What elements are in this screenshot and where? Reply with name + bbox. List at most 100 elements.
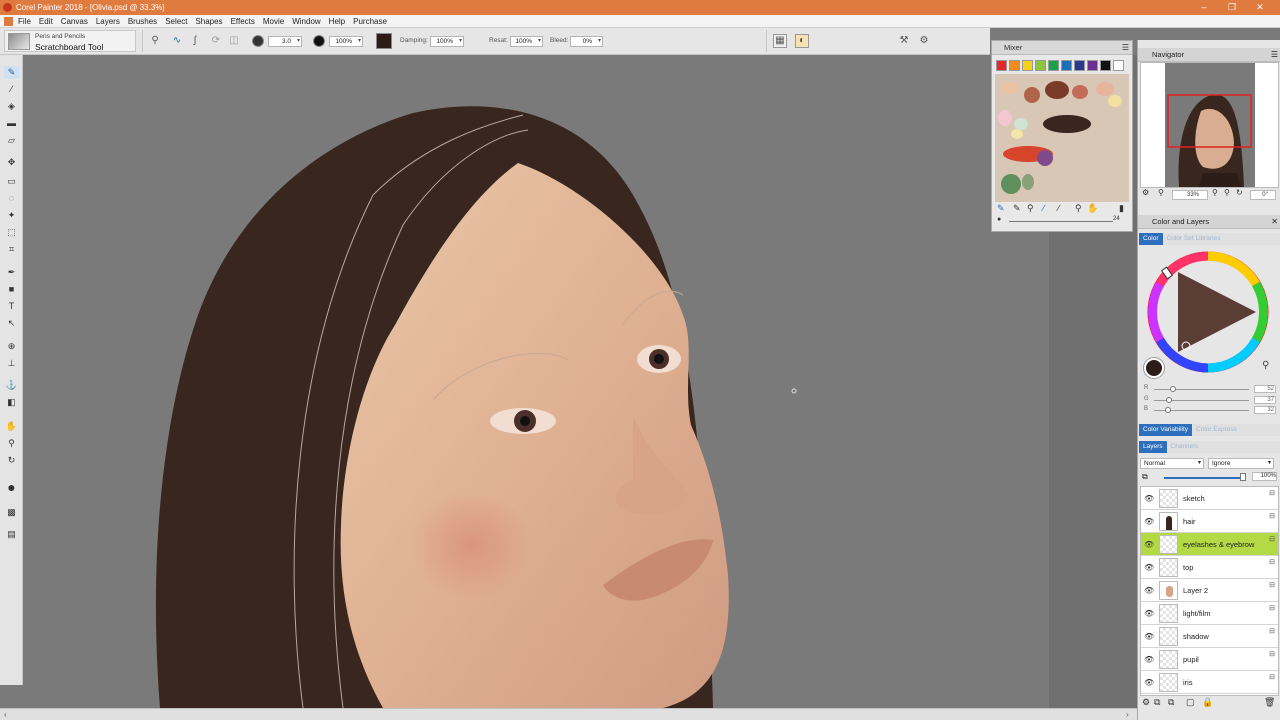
swatch-black[interactable] [1100, 60, 1111, 71]
bleed-field[interactable]: 0% [570, 36, 603, 47]
tab-color[interactable]: Color [1139, 233, 1163, 245]
new-layer-icon[interactable]: ▢ [1186, 697, 1195, 708]
layer-attributes-icon[interactable]: ⧉ [1142, 472, 1148, 482]
menu-file[interactable]: File [14, 15, 35, 28]
blue-slider[interactable]: B 32 [1144, 406, 1276, 414]
visibility-eye-icon[interactable]: 👁 [1144, 655, 1154, 664]
clear-mixer-icon[interactable]: ▮ [1119, 203, 1124, 214]
swatch-yellow[interactable] [1022, 60, 1033, 71]
app-menu-icon[interactable] [4, 17, 13, 26]
zoom-out-icon[interactable]: ⚲ [1212, 188, 1218, 197]
panel-menu-icon[interactable]: ☰ [1271, 48, 1278, 62]
maximize-button[interactable]: ❐ [1218, 0, 1246, 15]
brush-tool-icon[interactable]: ✎ [4, 66, 19, 79]
layer-row[interactable]: 👁 sketch ⊟ [1141, 487, 1278, 510]
eraser-icon[interactable]: ▬ [4, 117, 19, 130]
mixer-pad[interactable] [995, 74, 1129, 202]
delete-layer-icon[interactable]: 🗑 [1264, 697, 1275, 708]
color-picker-icon[interactable]: ⚲ [1262, 360, 1269, 371]
menu-window[interactable]: Window [288, 15, 324, 28]
shape-select-icon[interactable]: ↖ [4, 317, 19, 330]
visibility-eye-icon[interactable]: 👁 [1144, 517, 1154, 526]
straight-line-icon[interactable]: ∫ [189, 35, 201, 47]
menu-movie[interactable]: Movie [259, 15, 288, 28]
rotate-icon[interactable]: ↻ [4, 454, 19, 467]
main-color-swatch[interactable] [376, 33, 392, 49]
tab-color-set-libraries[interactable]: Color Set Libraries [1162, 233, 1225, 245]
navigator-rotation-field[interactable]: 0° [1250, 190, 1276, 200]
preserve-select[interactable]: Ignore [1208, 458, 1274, 469]
transform-icon[interactable]: ✥ [4, 156, 19, 169]
visibility-eye-icon[interactable]: 👁 [1144, 586, 1154, 595]
divine-proportion-icon[interactable]: ◧ [4, 396, 19, 409]
stroke-attr-icon[interactable]: ⟳ [210, 35, 222, 47]
brush-search-icon[interactable]: ◐ [795, 34, 809, 48]
clone-icon[interactable]: ⊕ [4, 340, 19, 353]
paper-icon[interactable]: ▩ [4, 506, 19, 519]
paint-bucket-icon[interactable]: ◈ [4, 100, 19, 113]
navigator-zoom-icon[interactable]: ⚲ [1158, 188, 1164, 197]
lock-layer-icon[interactable]: 🔒 [1202, 697, 1213, 708]
swatch-purple[interactable] [1087, 60, 1098, 71]
layer-row[interactable]: 👁 top ⊟ [1141, 556, 1278, 579]
menu-canvas[interactable]: Canvas [57, 15, 92, 28]
zoom-icon[interactable]: ⚲ [4, 437, 19, 450]
mixer-brush-size-slider[interactable] [1009, 221, 1113, 222]
sample-color-icon[interactable]: ⁄ [1043, 203, 1045, 213]
horizontal-scrollbar[interactable]: ‹ › [0, 708, 1137, 720]
navigator-preview[interactable] [1140, 62, 1279, 188]
color-chip-icon[interactable]: ● [4, 480, 19, 494]
red-slider[interactable]: R 52 [1144, 385, 1276, 393]
layer-opacity-value[interactable]: 100% [1252, 472, 1277, 481]
size-field[interactable]: 3.0 [268, 36, 302, 47]
damping-field[interactable]: 100% [430, 36, 464, 47]
navigator-zoom-field[interactable]: 33% [1172, 190, 1208, 200]
red-value[interactable]: 52 [1254, 385, 1276, 393]
green-slider[interactable]: G 37 [1144, 396, 1276, 404]
mirror-paint-icon[interactable]: ⚓ [4, 379, 19, 392]
lasso-icon[interactable]: ◌ [4, 192, 19, 205]
visibility-eye-icon[interactable]: 👁 [1144, 678, 1154, 687]
swatch-red[interactable] [996, 60, 1007, 71]
navigator-settings-gear-icon[interactable]: ⚙ [1142, 188, 1149, 197]
visibility-eye-icon[interactable]: 👁 [1144, 632, 1154, 641]
swatch-navy[interactable] [1074, 60, 1085, 71]
hand-icon[interactable]: ✋ [4, 420, 19, 433]
tab-color-variability[interactable]: Color Variability [1139, 424, 1193, 436]
brush-library-icon[interactable]: ▦ [773, 34, 787, 48]
crop-icon[interactable]: ⌗ [4, 243, 19, 256]
mix-color-icon[interactable]: ⚲ [1027, 203, 1034, 214]
reset-tool-icon[interactable]: ⚲ [149, 35, 161, 47]
zoom-in-icon[interactable]: ⚲ [1224, 188, 1230, 197]
dropper-icon[interactable]: ⁄ [4, 83, 19, 96]
menu-edit[interactable]: Edit [35, 15, 57, 28]
panel-close-icon[interactable]: ✕ [1271, 215, 1278, 229]
brush-selector[interactable]: Pens and Pencils Scratchboard Tool [4, 30, 136, 52]
text-icon[interactable]: T [4, 300, 19, 313]
layer-opacity-knob[interactable] [1240, 473, 1246, 481]
apply-color-icon[interactable]: ✎ [1013, 203, 1021, 214]
current-color-swatch[interactable] [1144, 358, 1164, 378]
minimize-button[interactable]: – [1190, 0, 1218, 15]
dynamic-plugins-icon[interactable]: ⧉ [1154, 697, 1160, 708]
selection-adjust-icon[interactable]: ⬚ [4, 226, 19, 239]
menu-layers[interactable]: Layers [92, 15, 124, 28]
green-value[interactable]: 37 [1254, 396, 1276, 404]
canvas[interactable] [23, 55, 1049, 708]
layer-opacity-slider[interactable] [1164, 477, 1242, 479]
shape-icon[interactable]: ■ [4, 283, 19, 296]
dirty-brush-icon[interactable]: ✎ [997, 203, 1005, 214]
tab-layers[interactable]: Layers [1139, 441, 1167, 453]
swatch-orange[interactable] [1009, 60, 1020, 71]
layer-row[interactable]: 👁 iris ⊟ [1141, 671, 1278, 694]
close-button[interactable]: ✕ [1246, 0, 1274, 15]
composite-method-select[interactable]: Normal [1140, 458, 1204, 469]
scroll-left-icon[interactable]: ‹ [4, 710, 7, 719]
swatch-green[interactable] [1048, 60, 1059, 71]
group-layers-icon[interactable]: ⧉ [1168, 697, 1174, 708]
layer-commands-icon[interactable]: ⚙ [1142, 697, 1150, 708]
swatch-white[interactable] [1113, 60, 1124, 71]
blender-icon[interactable]: ▱ [4, 134, 19, 147]
swatch-light-green[interactable] [1035, 60, 1046, 71]
tab-channels[interactable]: Channels [1166, 441, 1202, 453]
